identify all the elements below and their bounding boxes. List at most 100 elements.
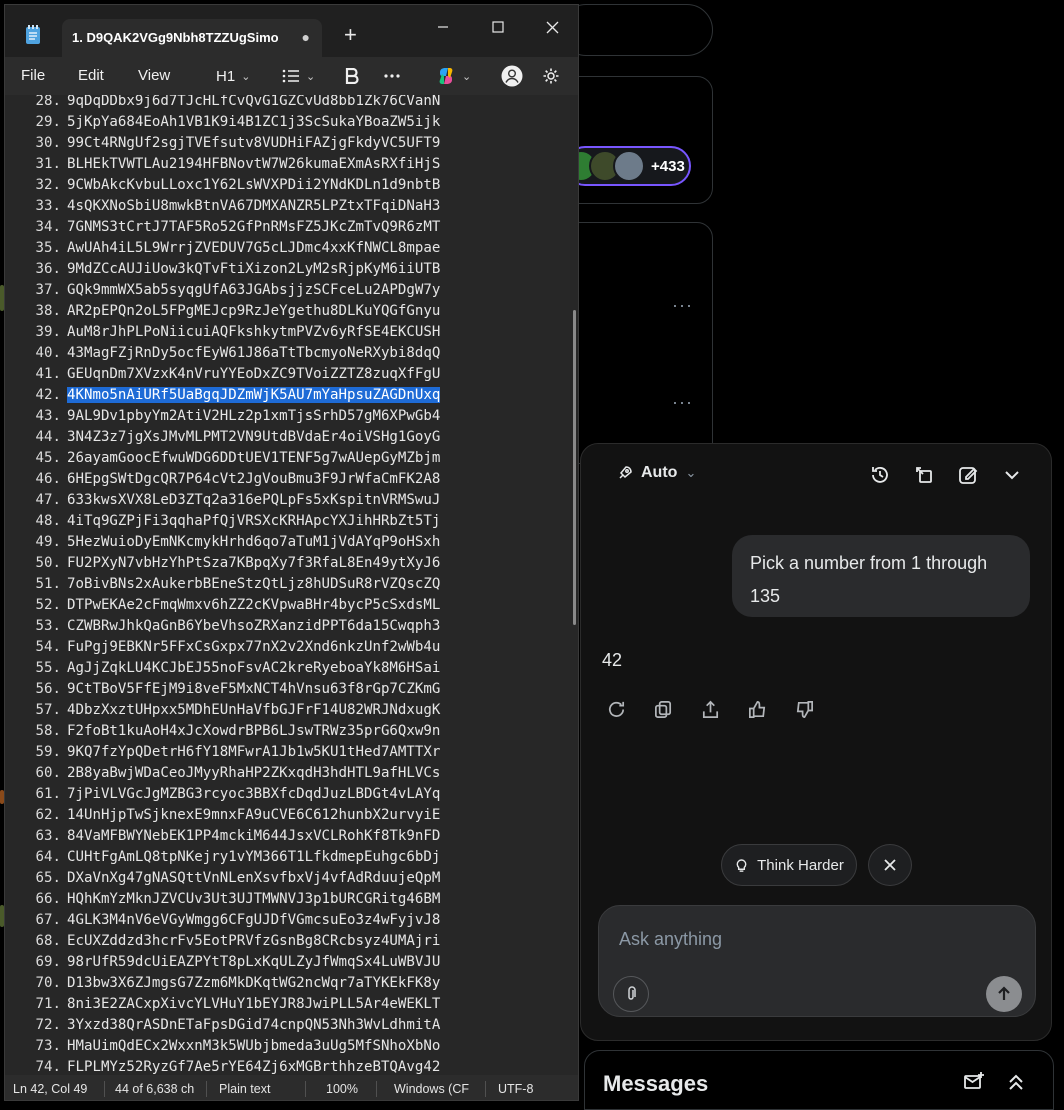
line-text[interactable]: 26ayamGoocEfwuWDG6DDtUEV1TENF5g7wAUepGyM…	[67, 450, 440, 466]
text-line[interactable]: 51. 7oBivBNs2xAukerbBEneStzQtLjz8hUDSuR8r…	[11, 574, 441, 595]
line-text[interactable]: AgJjZqkLU4KCJbEJ55noFsvAC2kreRyeboaYk8M6…	[67, 660, 440, 676]
line-text[interactable]: 6HEpgSWtDgcQR7P64cVt2JgVouBmu3F9JrWfaCmF…	[67, 471, 440, 487]
text-line[interactable]: 58. F2foBt1kuAoH4xJcXowdrBPB6LJswTRWz35pr…	[11, 721, 441, 742]
line-text[interactable]: 7oBivBNs2xAukerbBEneStzQtLjz8hUDSuR8rVZQ…	[67, 576, 440, 592]
line-text[interactable]: HQhKmYzMknJZVCUv3Ut3UJTMWNVJ3p1bURCGRitg…	[67, 891, 440, 907]
line-text[interactable]: DXaVnXg47gNASQttVnNLenXsvfbxVj4vfAdRduuj…	[67, 870, 440, 886]
line-text[interactable]: HMaUimQdECx2WxxnM3k5WUbjbmeda3uUg5MfSNho…	[67, 1038, 440, 1054]
title-bar[interactable]: 1. D9QAK2VGg9Nbh8TZZUgSimo ● +	[5, 5, 578, 57]
text-line[interactable]: 73. HMaUimQdECx2WxxnM3k5WUbjbmeda3uUg5MfS…	[11, 1036, 441, 1057]
text-line[interactable]: 32. 9CWbAkcKvbuLLoxc1Y62LsWVXPDii2YNdKDLn…	[11, 175, 441, 196]
attach-button[interactable]	[613, 976, 649, 1012]
bold-button[interactable]	[345, 63, 359, 89]
text-line[interactable]: 49. 5HezWuioDyEmNKcmykHrhd6qo7aTuM1jVdAYq…	[11, 532, 441, 553]
text-line[interactable]: 67. 4GLK3M4nV6eVGyWmgg6CFgUJDfVGmcsuEo3z4…	[11, 910, 441, 931]
line-text[interactable]: 99Ct4RNgUf2sgjTVEfsutv8VUDHiFAZjgFkdyVC5…	[67, 135, 440, 151]
text-line[interactable]: 70. D13bw3X6ZJmgsG7Zzm6MkDKqtWG2ncWqr7aTY…	[11, 973, 441, 994]
text-line[interactable]: 68. EcUXZddzd3hcrFv5EotPRVfzGsnBg8CRcbsyz…	[11, 931, 441, 952]
list-dropdown[interactable]: ⌄	[282, 63, 315, 89]
text-line[interactable]: 63. 84VaMFBWYNebEK1PP4mckiM644JsxVCLRohKf…	[11, 826, 441, 847]
more-icon[interactable]: ···	[672, 392, 693, 413]
line-text[interactable]: 84VaMFBWYNebEK1PP4mckiM644JsxVCLRohKf8Tk…	[67, 828, 440, 844]
new-message-icon[interactable]	[963, 1071, 985, 1093]
line-text[interactable]: EcUXZddzd3hcrFv5EotPRVfzGsnBg8CRcbsyz4UM…	[67, 933, 440, 949]
text-line[interactable]: 71. 8ni3E2ZACxpXivcYLVHuY1bEYJR8JwiPLL5Ar…	[11, 994, 441, 1015]
line-text[interactable]: 9MdZCcAUJiUow3kQTvFtiXizon2LyM2sRjpKyM6i…	[67, 261, 440, 277]
line-text[interactable]: 9CtTBoV5FfEjM9i8veF5MxNCT4hVnsu63f8rGp7C…	[67, 681, 440, 697]
text-line[interactable]: 52. DTPwEKAe2cFmqWmxv6hZZ2cKVpwaBHr4bycP5…	[11, 595, 441, 616]
encoding[interactable]: UTF-8	[498, 1082, 533, 1096]
text-line[interactable]: 59. 9KQ7fzYpQDetrH6fY18MFwrA1Jb1w5KU1tHed…	[11, 742, 441, 763]
chevron-down-icon[interactable]	[1001, 464, 1023, 486]
menu-file[interactable]: File	[21, 67, 45, 84]
text-line[interactable]: 61. 7jPiVLVGcJgMZBG3rcyoc3BBXfcDqdJuzLBDG…	[11, 784, 441, 805]
text-line[interactable]: 55. AgJjZqkLU4KCJbEJ55noFsvAC2kreRyeboaYk…	[11, 658, 441, 679]
text-line[interactable]: 33. 4sQKXNoSbiU8mwkBtnVA67DMXANZR5LPZtxTF…	[11, 196, 441, 217]
text-line[interactable]: 53. CZWBRwJhkQaGnB6YbeVhsoZRXanzidPPT6da1…	[11, 616, 441, 637]
text-line[interactable]: 50. FU2PXyN7vbHzYhPtSza7KBpqXy7f3RfaL8En4…	[11, 553, 441, 574]
unsaved-indicator[interactable]: ●	[302, 29, 310, 45]
line-text[interactable]: 9KQ7fzYpQDetrH6fY18MFwrA1Jb1w5KU1tHed7AM…	[67, 744, 440, 760]
expand-icon[interactable]	[913, 464, 935, 486]
text-line[interactable]: 69. 98rUfR59dcUiEAZPYtT8pLxKqULZyJfWmqSx4…	[11, 952, 441, 973]
line-text[interactable]: 8ni3E2ZACxpXivcYLVHuY1bEYJR8JwiPLL5Ar4eW…	[67, 996, 440, 1012]
line-text[interactable]: 3Yxzd38QrASDnETaFpsDGid74cnpQN53Nh3WvLdh…	[67, 1017, 440, 1033]
followers-avatars[interactable]: +433	[565, 146, 691, 186]
line-text[interactable]: 3N4Z3z7jgXsJMvMLPMT2VN9UtdBVdaEr4oiVSHg1…	[67, 429, 440, 445]
line-text[interactable]: 2B8yaBwjWDaCeoJMyyRhaHP2ZKxqdH3hdHTL9afH…	[67, 765, 440, 781]
menu-view[interactable]: View	[138, 67, 170, 84]
line-text[interactable]: AuM8rJhPLPoNiicuiAQFkshkytmPVZv6yRfSE4EK…	[67, 324, 440, 340]
new-chat-icon[interactable]	[957, 464, 979, 486]
new-tab-button[interactable]: +	[344, 22, 357, 48]
search-box-bg[interactable]	[560, 4, 713, 56]
line-text[interactable]: FU2PXyN7vbHzYhPtSza7KBpqXy7f3RfaL8En49yt…	[67, 555, 440, 571]
line-text[interactable]: 7jPiVLVGcJgMZBG3rcyoc3BBXfcDqdJuzLBDGt4v…	[67, 786, 440, 802]
line-text[interactable]: AwUAh4iL5L9WrrjZVEDUV7G5cLJDmc4xxKfNWCL8…	[67, 240, 440, 256]
text-line[interactable]: 60. 2B8yaBwjWDaCeoJMyyRhaHP2ZKxqdH3hdHTL9…	[11, 763, 441, 784]
text-line[interactable]: 34. 7GNMS3tCrtJ7TAF5Ro52GfPnRMsFZ5JKcZmTv…	[11, 217, 441, 238]
text-line[interactable]: 44. 3N4Z3z7jgXsJMvMLPMT2VN9UtdBVdaEr4oiVS…	[11, 427, 441, 448]
more-icon[interactable]: ···	[672, 295, 693, 316]
ask-input[interactable]	[617, 928, 981, 951]
heading-dropdown[interactable]: H1 ⌄	[216, 63, 250, 89]
text-line[interactable]: 47. 633kwsXVX8LeD3ZTq2a316ePQLpFs5xKspitn…	[11, 490, 441, 511]
model-selector[interactable]: Auto ⌄	[617, 464, 696, 482]
line-text[interactable]: 7GNMS3tCrtJ7TAF5Ro52GfPnRMsFZ5JKcZmTvQ9R…	[67, 219, 440, 235]
line-text[interactable]: FLPLMYz52RyzGf7Ae5rYE64Zj6xMGBrthhzeBTQA…	[67, 1059, 440, 1075]
line-text[interactable]: 5jKpYa684EoAh1VB1K9i4B1ZC1j3ScSukaYBoaZW…	[67, 114, 440, 130]
text-line[interactable]: 38. AR2pEPQn2oL5FPgMEJcp9RzJeYgethu8DLKuY…	[11, 301, 441, 322]
vertical-scrollbar[interactable]	[571, 95, 578, 1075]
line-text[interactable]: GQk9mmWX5ab5syqgUfA63JGAbsjjzSCFceLu2APD…	[67, 282, 440, 298]
text-line[interactable]: 48. 4iTq9GZPjFi3qqhaPfQjVRSXcKRHApcYXJihH…	[11, 511, 441, 532]
text-line[interactable]: 35. AwUAh4iL5L9WrrjZVEDUV7G5cLJDmc4xxKfNW…	[11, 238, 441, 259]
line-text[interactable]: 9CWbAkcKvbuLLoxc1Y62LsWVXPDii2YNdKDLn1d9…	[67, 177, 440, 193]
selected-line[interactable]: 42. 4KNmo5nAiURf5UaBgqJDZmWjK5AU7mYaHpsuZ…	[11, 385, 441, 406]
line-text[interactable]: CUHtFgAmLQ8tpNKejry1vYM366T1LfkdmepEuhgc…	[67, 849, 440, 865]
text-line[interactable]: 66. HQhKmYzMknJZVCUv3Ut3UJTMWNVJ3p1bURCGR…	[11, 889, 441, 910]
document-tab[interactable]: 1. D9QAK2VGg9Nbh8TZZUgSimo ●	[62, 19, 322, 57]
text-line[interactable]: 46. 6HEpgSWtDgcQR7P64cVt2JgVouBmu3F9JrWfa…	[11, 469, 441, 490]
text-line[interactable]: 64. CUHtFgAmLQ8tpNKejry1vYM366T1LfkdmepEu…	[11, 847, 441, 868]
selected-text[interactable]: 4KNmo5nAiURf5UaBgqJDZmWjK5AU7mYaHpsuZAGD…	[67, 387, 441, 403]
line-text[interactable]: 4iTq9GZPjFi3qqhaPfQjVRSXcKRHApcYXJihHRbZ…	[67, 513, 440, 529]
line-text[interactable]: 4GLK3M4nV6eVGyWmgg6CFgUJDfVGmcsuEo3z4wFy…	[67, 912, 440, 928]
account-button[interactable]	[501, 63, 523, 89]
line-ending[interactable]: Windows (CF	[394, 1082, 474, 1096]
think-harder-button[interactable]: Think Harder	[721, 844, 857, 886]
text-line[interactable]: 37. GQk9mmWX5ab5syqgUfA63JGAbsjjzSCFceLu2…	[11, 280, 441, 301]
thumbs-down-icon[interactable]	[794, 699, 815, 720]
line-text[interactable]: 4sQKXNoSbiU8mwkBtnVA67DMXANZR5LPZtxTFqiD…	[67, 198, 440, 214]
text-line[interactable]: 72. 3Yxzd38QrASDnETaFpsDGid74cnpQN53Nh3Wv…	[11, 1015, 441, 1036]
line-text[interactable]: F2foBt1kuAoH4xJcXowdrBPB6LJswTRWz35prG6Q…	[67, 723, 440, 739]
settings-button[interactable]	[542, 63, 560, 89]
text-line[interactable]: 28. 9qDqDDbx9j6d7TJcHLfCvQvG1GZCvUd8bb1Zk…	[11, 95, 441, 112]
text-line[interactable]: 31. BLHEkTVWTLAu2194HFBNovtW7W26kumaEXmAs…	[11, 154, 441, 175]
line-text[interactable]: 14UnHjpTwSjknexE9mnxFA9uCVE6C612hunbX2ur…	[67, 807, 440, 823]
text-line[interactable]: 29. 5jKpYa684EoAh1VB1K9i4B1ZC1j3ScSukaYBo…	[11, 112, 441, 133]
text-line[interactable]: 36. 9MdZCcAUJiUow3kQTvFtiXizon2LyM2sRjpKy…	[11, 259, 441, 280]
text-line[interactable]: 57. 4DbzXxztUHpxx5MDhEUnHaVfbGJFrF14U82WR…	[11, 700, 441, 721]
text-line[interactable]: 39. AuM8rJhPLPoNiicuiAQFkshkytmPVZv6yRfSE…	[11, 322, 441, 343]
close-window-button[interactable]	[532, 11, 572, 43]
text-line[interactable]: 74. FLPLMYz52RyzGf7Ae5rYE64Zj6xMGBrthhzeB…	[11, 1057, 441, 1075]
line-text[interactable]: BLHEkTVWTLAu2194HFBNovtW7W26kumaEXmAsRXf…	[67, 156, 440, 172]
